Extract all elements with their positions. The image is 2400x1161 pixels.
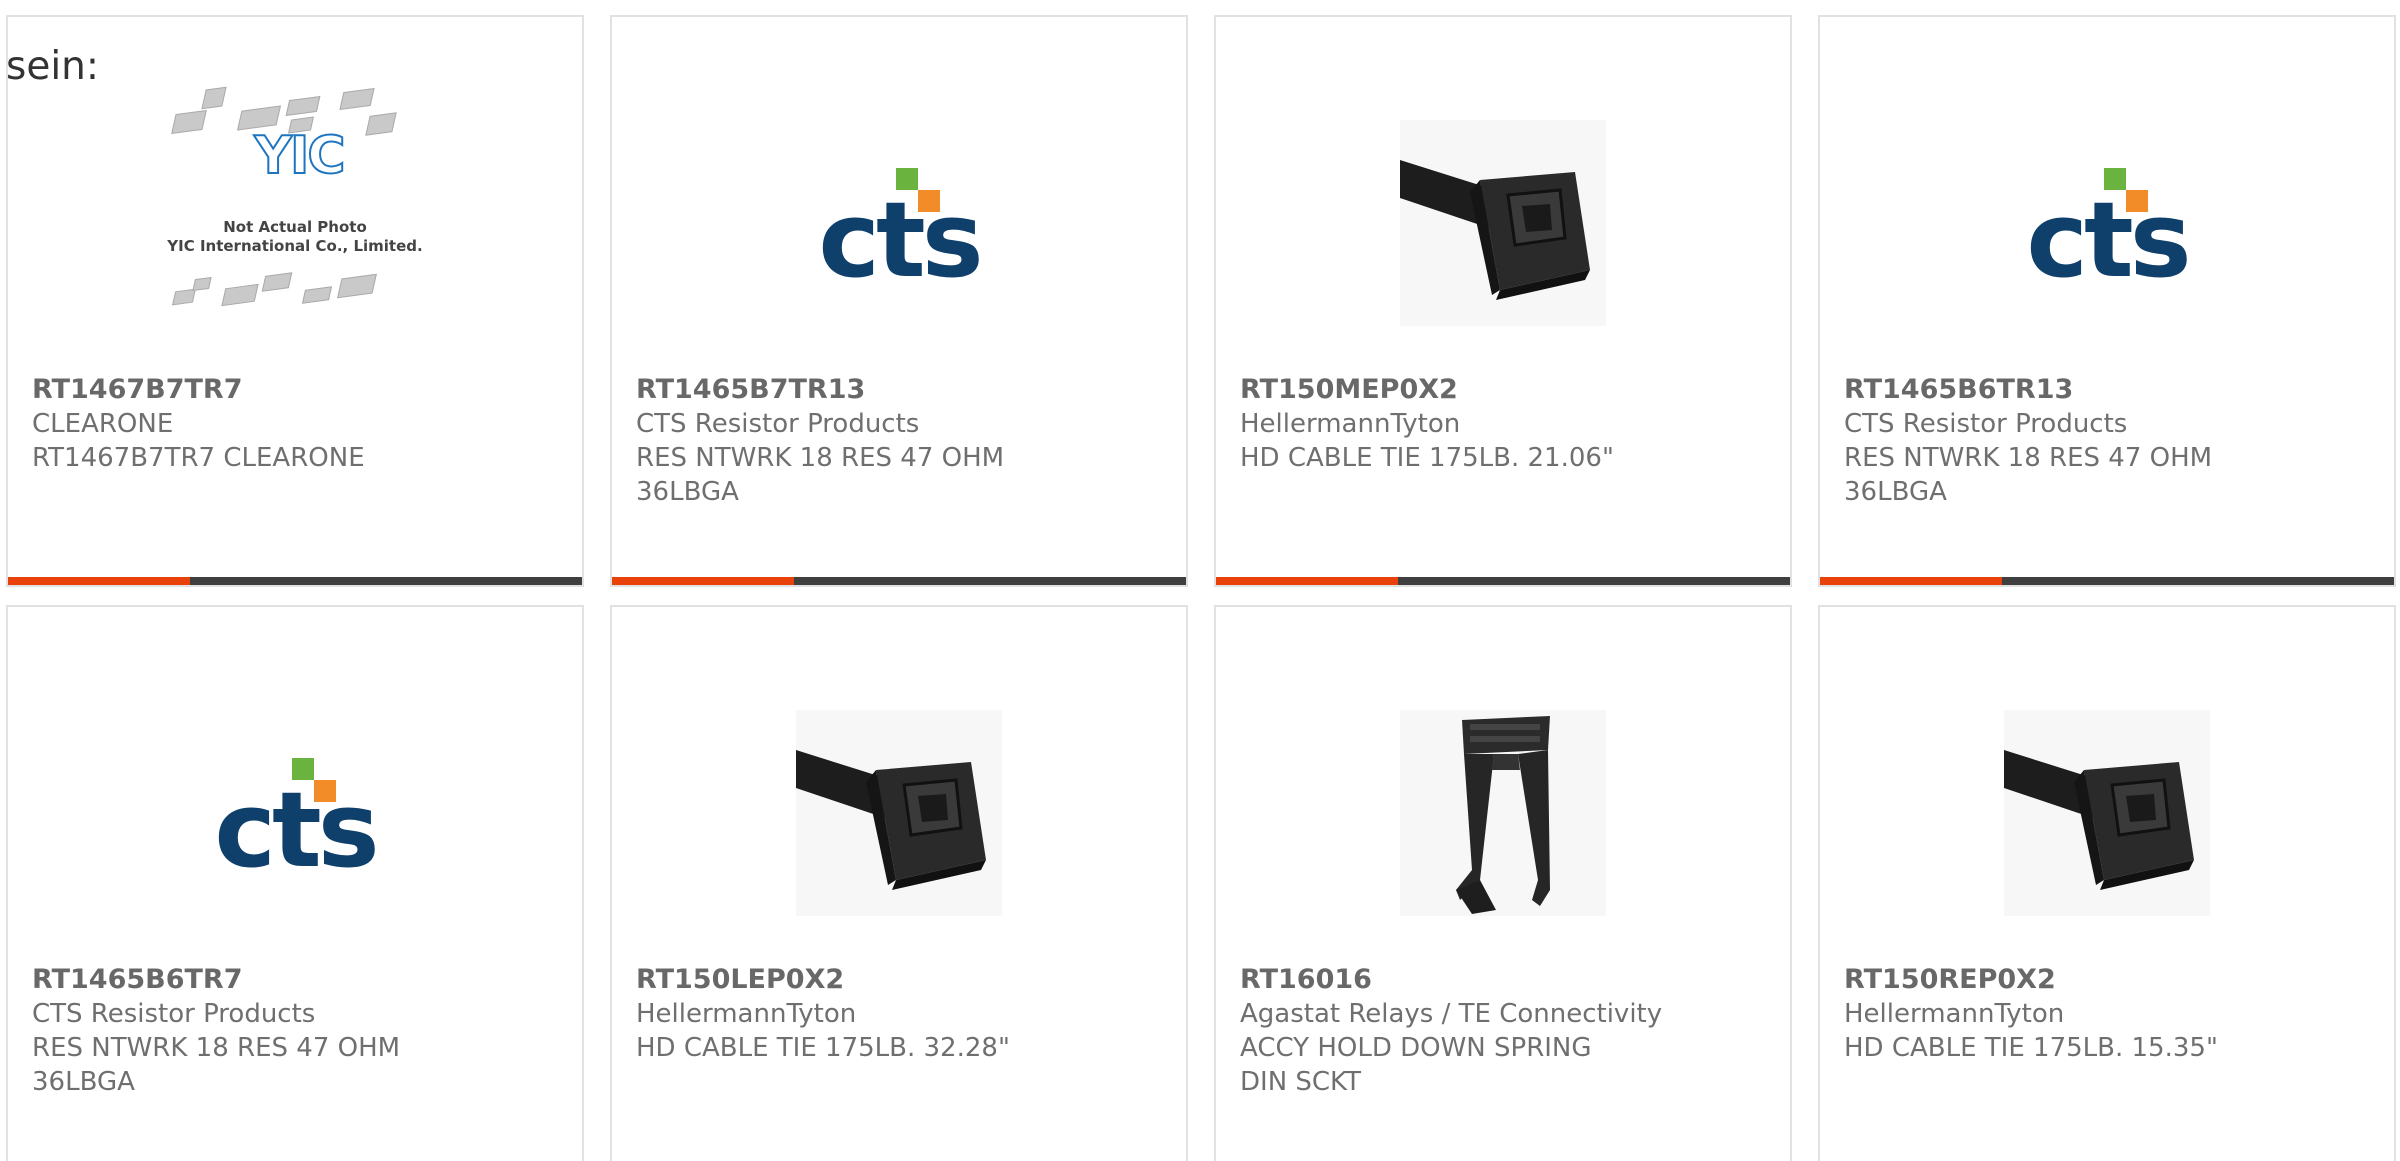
manufacturer: Agastat Relays / TE Connectivity [1240,999,1663,1029]
cts-logo-icon: cts [818,168,984,288]
manufacturer: CTS Resistor Products [32,999,316,1029]
cable-tie-icon [2004,710,2210,916]
chip-graphic [192,276,212,292]
product-info: RT150REP0X2 HellermannTyton HD CABLE TIE… [1844,963,2370,1065]
part-number[interactable]: RT150LEP0X2 [636,963,1162,997]
product-image[interactable] [1372,92,1634,354]
intro-text: sein: [6,44,100,89]
spring-clip-icon [1400,710,1606,916]
card-accent-segment [8,577,190,585]
product-info: RT1465B7TR13 CTS Resistor Products RES N… [636,373,1162,509]
product-description: HD CABLE TIE 175LB. 21.06" [1240,443,1614,473]
card-accent-bar [8,577,582,585]
product-image[interactable]: cts [164,682,426,944]
manufacturer: HellermannTyton [636,999,857,1029]
manufacturer: CTS Resistor Products [1844,409,2128,439]
card-accent-bar [1216,577,1790,585]
product-image[interactable] [1976,682,2238,944]
product-info: RT1465B6TR7 CTS Resistor Products RES NT… [32,963,558,1099]
card-accent-bar [1820,577,2394,585]
chip-graphic [221,283,259,307]
manufacturer: CTS Resistor Products [636,409,920,439]
product-image[interactable]: cts [1976,92,2238,354]
product-info: RT1465B6TR13 CTS Resistor Products RES N… [1844,373,2370,509]
chip-graphic [261,272,293,292]
product-grid-page: sein: YIC Not Actual Photo YIC Internati… [0,0,2400,1161]
product-info: RT150LEP0X2 HellermannTyton HD CABLE TIE… [636,963,1162,1065]
card-accent-segment [1216,577,1398,585]
part-number[interactable]: RT1465B6TR13 [1844,373,2370,407]
svg-text:cts: cts [214,769,375,878]
product-card[interactable]: RT16016 Agastat Relays / TE Connectivity… [1214,605,1792,1161]
chip-graphic [339,87,375,111]
manufacturer: HellermannTyton [1240,409,1461,439]
manufacturer: CLEARONE [32,409,174,439]
product-description: ACCY HOLD DOWN SPRING DIN SCKT [1240,1033,1592,1097]
product-info: RT1467B7TR7 CLEARONE RT1467B7TR7 CLEARON… [32,373,558,475]
product-info: RT16016 Agastat Relays / TE Connectivity… [1240,963,1766,1099]
chip-graphic [172,288,196,306]
svg-text:cts: cts [818,179,979,288]
card-accent-bar [612,577,1186,585]
svg-text:cts: cts [2026,179,2187,288]
product-description: RES NTWRK 18 RES 47 OHM 36LBGA [1844,443,2213,507]
product-card[interactable]: cts RT1465B7TR13 CTS Resistor Products R… [610,15,1188,587]
chip-graphic [301,286,333,304]
card-accent-segment [612,577,794,585]
product-info: RT150MEP0X2 HellermannTyton HD CABLE TIE… [1240,373,1766,475]
product-card[interactable]: YIC Not Actual Photo YIC International C… [6,15,584,587]
part-number[interactable]: RT150MEP0X2 [1240,373,1766,407]
cable-tie-icon [1400,120,1606,326]
chip-graphic [171,110,207,134]
part-number[interactable]: RT1465B6TR7 [32,963,558,997]
product-image[interactable]: YIC Not Actual Photo YIC International C… [164,67,426,329]
placeholder-caption-1: Not Actual Photo [223,218,367,236]
chip-graphic [337,273,377,299]
card-accent-segment [1820,577,2002,585]
part-number[interactable]: RT1465B7TR13 [636,373,1162,407]
product-description: HD CABLE TIE 175LB. 15.35" [1844,1033,2218,1063]
product-description: RES NTWRK 18 RES 47 OHM 36LBGA [636,443,1005,507]
product-description: RT1467B7TR7 CLEARONE [32,443,365,473]
part-number[interactable]: RT150REP0X2 [1844,963,2370,997]
yic-placeholder-image: YIC Not Actual Photo YIC International C… [164,78,426,318]
chip-graphic [285,95,321,117]
placeholder-caption-2: YIC International Co., Limited. [167,237,423,255]
yic-logo: YIC [253,125,346,187]
chip-graphic [365,112,397,136]
product-card[interactable]: RT150LEP0X2 HellermannTyton HD CABLE TIE… [610,605,1188,1161]
product-card[interactable]: RT150REP0X2 HellermannTyton HD CABLE TIE… [1818,605,2396,1161]
chip-graphic [201,86,227,110]
part-number[interactable]: RT1467B7TR7 [32,373,558,407]
product-description: RES NTWRK 18 RES 47 OHM 36LBGA [32,1033,401,1097]
part-number[interactable]: RT16016 [1240,963,1766,997]
product-image[interactable]: cts [768,92,1030,354]
product-card[interactable]: cts RT1465B6TR7 CTS Resistor Products RE… [6,605,584,1161]
cable-tie-icon [796,710,1002,916]
product-card[interactable]: cts RT1465B6TR13 CTS Resistor Products R… [1818,15,2396,587]
product-image[interactable] [768,682,1030,944]
product-image[interactable] [1372,682,1634,944]
cts-logo-icon: cts [2026,168,2192,288]
manufacturer: HellermannTyton [1844,999,2065,1029]
product-card[interactable]: RT150MEP0X2 HellermannTyton HD CABLE TIE… [1214,15,1792,587]
product-description: HD CABLE TIE 175LB. 32.28" [636,1033,1010,1063]
cts-logo-icon: cts [214,758,380,878]
